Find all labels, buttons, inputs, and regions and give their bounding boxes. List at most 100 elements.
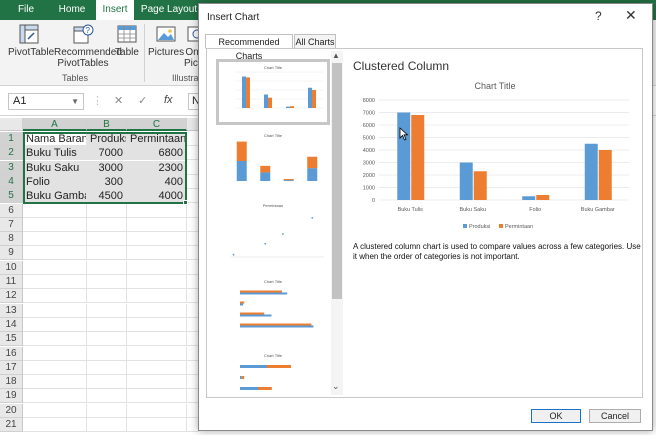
cell-empty[interactable] — [127, 375, 187, 390]
cell-a3[interactable]: Buku Saku — [23, 160, 87, 175]
cell-empty[interactable] — [127, 260, 187, 275]
row-header-13[interactable]: 13 — [0, 303, 23, 318]
tab-file[interactable]: File — [8, 0, 44, 20]
ok-button[interactable]: OK — [531, 409, 581, 423]
chevron-down-icon[interactable]: ⌄ — [332, 381, 340, 392]
cell-empty[interactable] — [23, 303, 87, 318]
name-box[interactable]: A1 ▼ — [8, 93, 84, 110]
thumb-clustered-bar[interactable]: Chart Title — [216, 277, 330, 343]
cell-empty[interactable] — [23, 203, 87, 218]
row-header-16[interactable]: 16 — [0, 346, 23, 361]
cell-empty[interactable] — [87, 418, 127, 432]
cell-empty[interactable] — [23, 317, 87, 332]
cell-empty[interactable] — [127, 203, 187, 218]
row-header-21[interactable]: 21 — [0, 418, 23, 432]
cell-b1[interactable]: Produksi — [87, 132, 127, 146]
cell-a2[interactable]: Buku Tulis — [23, 146, 87, 161]
cell-empty[interactable] — [127, 389, 187, 404]
column-header-b[interactable]: B — [87, 118, 127, 131]
row-header-1[interactable]: 1 — [0, 132, 23, 146]
cell-empty[interactable] — [23, 375, 87, 390]
cell-empty[interactable] — [87, 232, 127, 247]
row-header-20[interactable]: 20 — [0, 403, 23, 418]
dropdown-arrow-icon[interactable]: ▼ — [71, 94, 79, 109]
cell-empty[interactable] — [127, 232, 187, 247]
column-header-a[interactable]: A — [23, 118, 87, 131]
row-header-11[interactable]: 11 — [0, 275, 23, 289]
cell-empty[interactable] — [127, 275, 187, 289]
cell-empty[interactable] — [87, 346, 127, 361]
table-button[interactable]: Table — [114, 23, 140, 58]
cell-empty[interactable] — [23, 246, 87, 261]
cell-empty[interactable] — [23, 346, 87, 361]
column-header-c[interactable]: C — [127, 118, 187, 131]
cell-empty[interactable] — [87, 246, 127, 261]
row-header-10[interactable]: 10 — [0, 260, 23, 275]
cell-empty[interactable] — [87, 389, 127, 404]
cell-empty[interactable] — [127, 217, 187, 232]
cell-empty[interactable] — [23, 260, 87, 275]
cell-empty[interactable] — [127, 403, 187, 418]
cell-empty[interactable] — [87, 260, 127, 275]
cell-empty[interactable] — [127, 303, 187, 318]
cell-b5[interactable]: 4500 — [87, 189, 127, 204]
row-header-9[interactable]: 9 — [0, 246, 23, 261]
pivottable-button[interactable]: PivotTable — [8, 23, 54, 58]
cell-empty[interactable] — [87, 403, 127, 418]
tab-all-charts[interactable]: All Charts — [294, 34, 336, 49]
row-header-5[interactable]: 5 — [0, 189, 23, 204]
tab-home[interactable]: Home — [52, 0, 92, 20]
row-header-2[interactable]: 2 — [0, 146, 23, 161]
cell-empty[interactable] — [127, 317, 187, 332]
fill-handle[interactable] — [183, 200, 188, 205]
cell-c1[interactable]: Permintaan — [127, 132, 187, 146]
cell-empty[interactable] — [127, 289, 187, 304]
cell-empty[interactable] — [23, 403, 87, 418]
cell-empty[interactable] — [127, 246, 187, 261]
cell-empty[interactable] — [87, 303, 127, 318]
close-button[interactable]: ✕ — [625, 7, 637, 24]
tab-page-layout[interactable]: Page Layout — [140, 0, 198, 20]
row-header-6[interactable]: 6 — [0, 203, 23, 218]
cell-b3[interactable]: 3000 — [87, 160, 127, 175]
row-header-15[interactable]: 15 — [0, 332, 23, 347]
cell-empty[interactable] — [87, 375, 127, 390]
cell-b4[interactable]: 300 — [87, 174, 127, 189]
cell-empty[interactable] — [127, 360, 187, 375]
row-header-19[interactable]: 19 — [0, 389, 23, 404]
scroll-up-icon[interactable]: ▲ — [332, 51, 340, 60]
tab-insert[interactable]: Insert — [96, 0, 134, 20]
row-header-18[interactable]: 18 — [0, 375, 23, 390]
row-header-8[interactable]: 8 — [0, 232, 23, 247]
cell-empty[interactable] — [23, 289, 87, 304]
select-all-corner[interactable] — [0, 118, 23, 131]
thumb-stacked-bar[interactable]: Chart Title — [216, 351, 330, 397]
cell-empty[interactable] — [87, 332, 127, 347]
row-header-4[interactable]: 4 — [0, 174, 23, 189]
insert-function-icon[interactable]: fx — [164, 94, 173, 106]
cell-empty[interactable] — [23, 389, 87, 404]
cell-empty[interactable] — [87, 217, 127, 232]
row-header-7[interactable]: 7 — [0, 217, 23, 232]
cancel-button[interactable]: Cancel — [589, 409, 641, 423]
cell-empty[interactable] — [87, 275, 127, 289]
cell-empty[interactable] — [87, 203, 127, 218]
cell-empty[interactable] — [23, 332, 87, 347]
cell-c5[interactable]: 4000 — [127, 189, 187, 204]
cell-empty[interactable] — [127, 332, 187, 347]
cell-empty[interactable] — [23, 360, 87, 375]
cell-c4[interactable]: 400 — [127, 174, 187, 189]
cell-a4[interactable]: Folio — [23, 174, 87, 189]
cell-c2[interactable]: 6800 — [127, 146, 187, 161]
scrollbar-thumb[interactable] — [332, 63, 342, 299]
cell-empty[interactable] — [23, 275, 87, 289]
thumb-scrollbar[interactable]: ▲ ⌄ — [331, 51, 343, 395]
cell-empty[interactable] — [87, 317, 127, 332]
row-header-12[interactable]: 12 — [0, 289, 23, 304]
cell-empty[interactable] — [23, 232, 87, 247]
cell-empty[interactable] — [23, 418, 87, 432]
row-header-14[interactable]: 14 — [0, 317, 23, 332]
help-button[interactable]: ? — [595, 9, 602, 23]
tab-recommended-charts[interactable]: Recommended Charts — [205, 34, 293, 61]
thumb-scatter[interactable]: Permintaan — [216, 201, 330, 267]
